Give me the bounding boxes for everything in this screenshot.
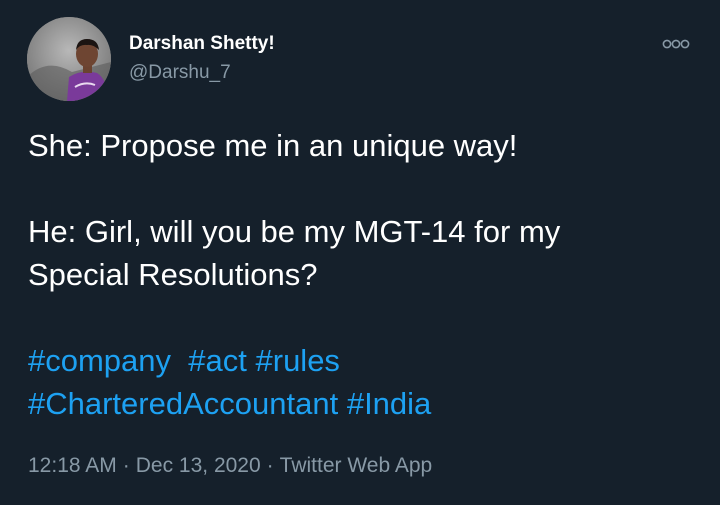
tweet-line: She: Propose me in an unique way!	[28, 128, 518, 163]
hashtag-company[interactable]: #company	[28, 343, 171, 378]
tweet-source[interactable]: Twitter Web App	[280, 454, 433, 477]
tweet-time[interactable]: 12:18 AM	[28, 454, 117, 477]
tweet-date[interactable]: Dec 13, 2020	[136, 454, 261, 477]
more-options-button[interactable]	[656, 32, 696, 56]
more-options-icon	[662, 39, 690, 49]
hashtag-rules[interactable]: #rules	[256, 343, 340, 378]
tweet-line: Special Resolutions?	[28, 257, 318, 292]
tweet-text: She: Propose me in an unique way! He: Gi…	[28, 124, 698, 425]
hashtag-chartered-accountant[interactable]: #CharteredAccountant	[28, 386, 338, 421]
author-handle[interactable]: @Darshu_7	[129, 62, 231, 84]
profile-photo-image	[27, 17, 111, 101]
hashtag-line: #CharteredAccountant #India	[28, 382, 698, 425]
avatar[interactable]	[27, 17, 111, 101]
tweet-metadata: 12:18 AM · Dec 13, 2020 · Twitter Web App	[28, 454, 432, 478]
hashtag-india[interactable]: #India	[347, 386, 431, 421]
hashtag-act[interactable]: #act	[188, 343, 247, 378]
separator: ·	[266, 454, 274, 477]
separator: ·	[122, 454, 130, 477]
tweet-line: He: Girl, will you be my MGT-14 for my	[28, 214, 561, 249]
line-break	[28, 296, 698, 339]
author-display-name[interactable]: Darshan Shetty!	[129, 33, 275, 55]
line-break	[28, 167, 698, 210]
hashtag-line: #company #act #rules	[28, 339, 698, 382]
